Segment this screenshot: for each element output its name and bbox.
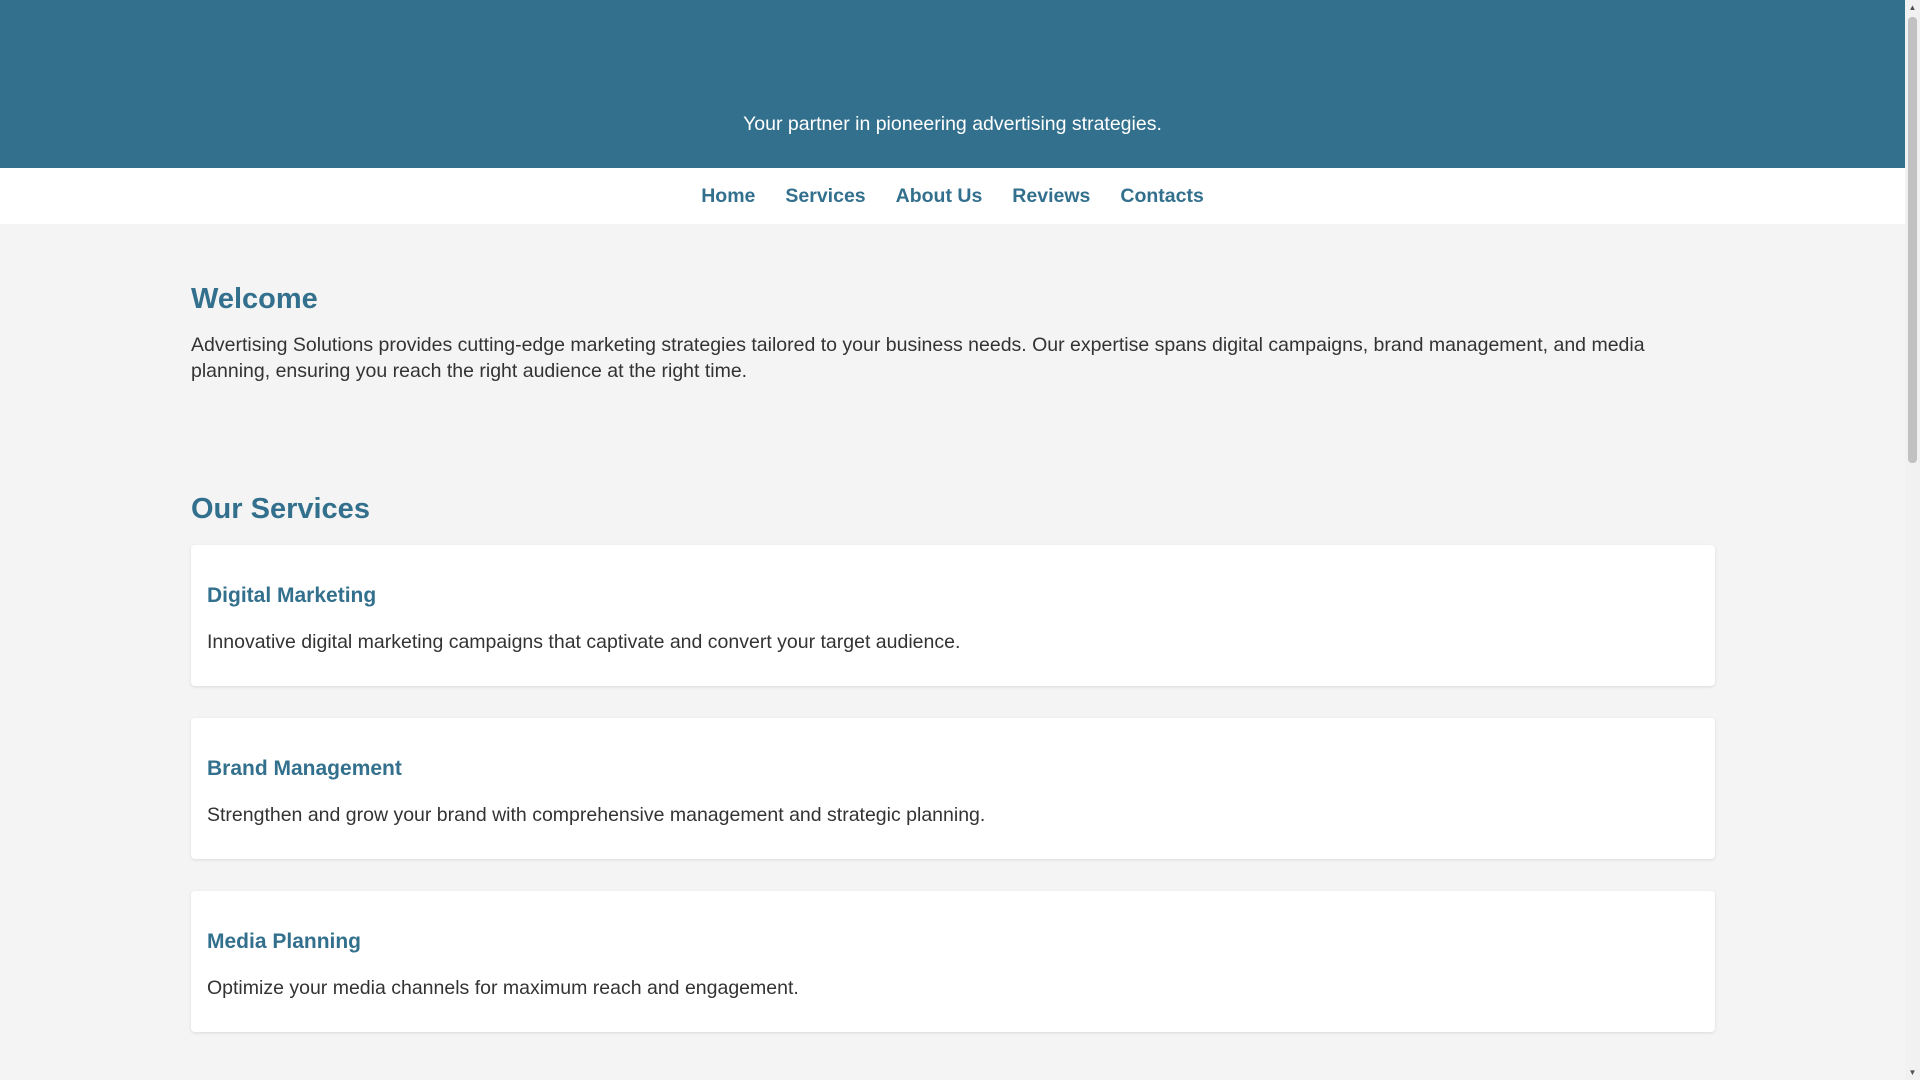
service-card-digital-marketing: Digital Marketing Innovative digital mar… (191, 545, 1715, 686)
service-description: Innovative digital marketing campaigns t… (207, 631, 961, 653)
main-nav: Home Services About Us Reviews Contacts (0, 168, 1905, 224)
nav-item-home[interactable]: Home (701, 168, 755, 224)
nav-item-services[interactable]: Services (785, 168, 865, 224)
service-card-brand-management: Brand Management Strengthen and grow you… (191, 718, 1715, 859)
header-tagline: Your partner in pioneering advertising s… (743, 113, 1162, 135)
service-title: Digital Marketing (207, 584, 377, 607)
service-description: Optimize your media channels for maximum… (207, 977, 799, 999)
service-description: Strengthen and grow your brand with comp… (207, 804, 986, 826)
nav-item-about-us[interactable]: About Us (896, 168, 983, 224)
welcome-heading: Welcome (191, 283, 318, 315)
vertical-scrollbar[interactable]: ▲ ▼ (1905, 0, 1920, 1080)
service-card-media-planning: Media Planning Optimize your media chann… (191, 891, 1715, 1032)
service-title: Media Planning (207, 930, 362, 953)
scrollbar-thumb[interactable] (1908, 17, 1917, 463)
nav-item-reviews[interactable]: Reviews (1012, 168, 1090, 224)
scroll-up-arrow-icon[interactable]: ▲ (1905, 0, 1920, 15)
service-title: Brand Management (207, 757, 402, 780)
site-header: Your partner in pioneering advertising s… (0, 0, 1905, 168)
nav-item-contacts[interactable]: Contacts (1120, 168, 1203, 224)
services-heading: Our Services (191, 493, 370, 525)
scroll-down-arrow-icon[interactable]: ▼ (1905, 1065, 1920, 1080)
welcome-text: Advertising Solutions provides cutting-e… (191, 334, 1645, 382)
